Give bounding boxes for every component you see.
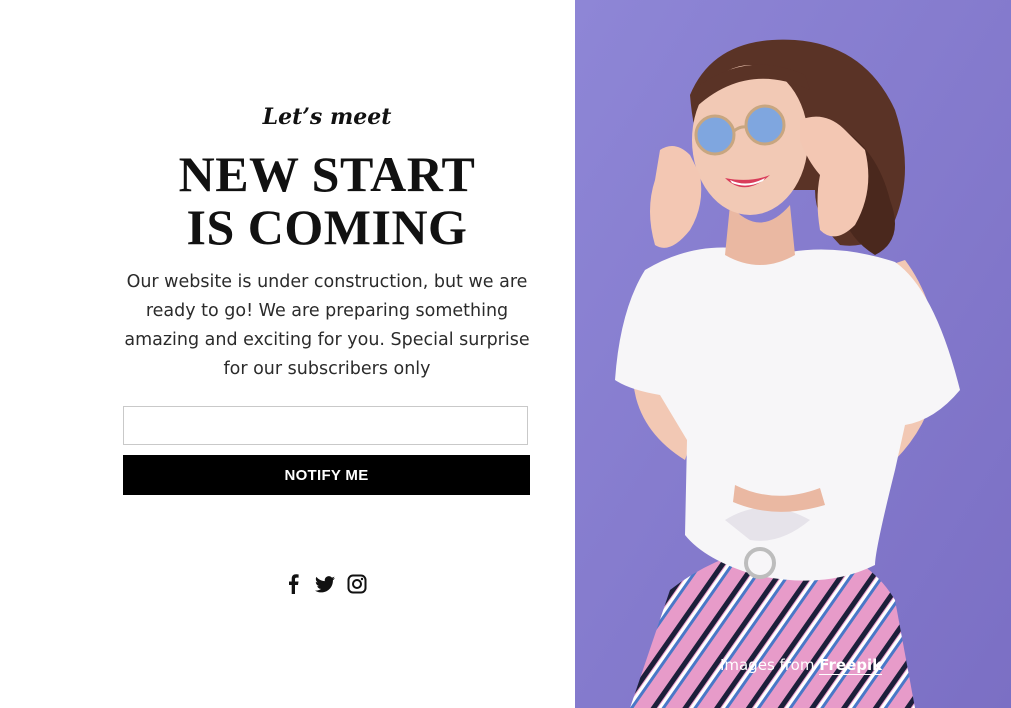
coming-soon-page: Let’s meet NEW START IS COMING Our websi… [0,0,1011,708]
hero-photo: Images from Freepik [575,0,1011,708]
twitter-icon [315,575,335,592]
instagram-icon [347,574,367,594]
freepik-link[interactable]: Freepik [819,656,883,675]
email-input[interactable] [123,406,528,445]
description-text: Our website is under construction, but w… [124,272,530,379]
photo-credit-prefix: Images from [720,656,815,674]
social-links [282,571,368,597]
content-panel: Let’s meet NEW START IS COMING Our websi… [0,0,575,708]
facebook-icon [289,574,299,594]
notify-me-button[interactable]: NOTIFY ME [123,455,530,495]
woman-with-sunglasses-photo [575,0,1011,708]
headline-line-2: IS COMING [186,199,468,255]
facebook-link[interactable] [282,571,304,597]
headline-line-1: NEW START [178,146,476,202]
photo-credit: Images from Freepik [720,656,883,675]
twitter-link[interactable] [314,571,336,597]
instagram-link[interactable] [346,571,368,597]
page-headline: NEW START IS COMING [0,148,654,254]
eyebrow-text: Let’s meet [262,104,392,130]
